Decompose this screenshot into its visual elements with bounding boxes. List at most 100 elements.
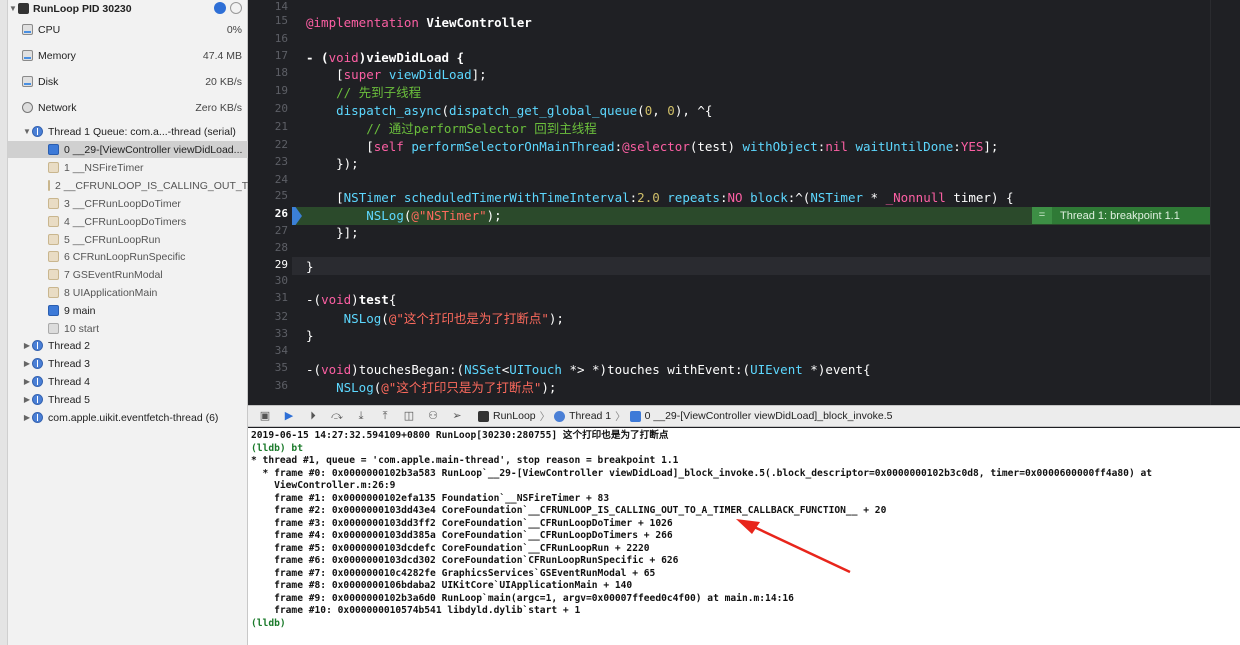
user-frame-icon	[629, 410, 641, 422]
line-number[interactable]: 31	[248, 289, 288, 307]
thread-4-row[interactable]: ▶ Thread 4	[8, 373, 248, 390]
disclosure-triangle-icon[interactable]: ▶	[22, 395, 32, 404]
step-into-icon[interactable]: ⤓	[354, 410, 368, 422]
debug-gauge-icon[interactable]	[214, 2, 226, 14]
console-line: ViewController.m:26:9	[251, 480, 396, 491]
breadcrumb-separator-icon: 〉	[539, 410, 551, 423]
breadcrumb-item[interactable]: Thread 1	[569, 410, 611, 422]
gauge-network[interactable]: Network Zero KB/s	[8, 99, 248, 116]
source-editor[interactable]: 14 15 16 17 18 19 20 21 22 23 24 25 26 27 28 29 30 31 32 33…	[248, 0, 1240, 405]
gauge-label: Memory	[38, 49, 76, 62]
pause-icon[interactable]	[230, 2, 242, 14]
stack-frame-10[interactable]: 10 start	[8, 320, 248, 337]
gauge-memory[interactable]: Memory 47.4 MB	[8, 47, 248, 64]
stack-frame-1[interactable]: 1 __NSFireTimer	[8, 159, 248, 176]
continue-icon[interactable]: ⏵	[306, 410, 320, 422]
location-icon[interactable]: ➢	[450, 410, 464, 422]
debug-console[interactable]: 2019-06-15 14:27:32.594109+0800 RunLoop[…	[248, 428, 1240, 645]
disclosure-triangle-icon[interactable]: ▶	[22, 413, 32, 422]
system-frame-icon	[48, 198, 59, 209]
line-number[interactable]: 25	[248, 187, 288, 205]
code-line: dispatch_async(dispatch_get_global_queue…	[336, 103, 713, 118]
stack-frame-7[interactable]: 7 GSEventRunModal	[8, 266, 248, 283]
line-number[interactable]: 28	[248, 239, 288, 257]
gauge-value: Zero KB/s	[195, 101, 242, 114]
thread-label: Thread 1 Queue: com.a...-thread (serial)	[48, 125, 236, 138]
line-number[interactable]: 19	[248, 82, 288, 100]
line-number[interactable]: 36	[248, 377, 288, 395]
line-number[interactable]: 18	[248, 64, 288, 82]
network-gauge-icon	[22, 102, 33, 113]
system-frame-icon	[48, 234, 59, 245]
disclosure-triangle-icon[interactable]: ▼	[22, 127, 32, 136]
disclosure-triangle-icon[interactable]: ▶	[22, 377, 32, 386]
step-out-icon[interactable]: ⤒	[378, 410, 392, 422]
line-number[interactable]: 24	[248, 171, 288, 189]
stack-frame-4[interactable]: 4 __CFRunLoopDoTimers	[8, 213, 248, 230]
line-number[interactable]: 26	[248, 205, 288, 223]
line-number[interactable]: 27	[248, 222, 288, 240]
process-row[interactable]: ▼ RunLoop PID 30230	[8, 0, 248, 17]
thread-icon	[32, 340, 43, 351]
line-number[interactable]: 22	[248, 136, 288, 154]
code-line: // 先到子线程	[336, 85, 422, 100]
line-number[interactable]: 35	[248, 359, 288, 377]
debug-bar: ▣ ▶ ⏵ ⤼ ⤓ ⤒ ◫ ⚇ ➢ RunLoop 〉 Thread 1 〉 0…	[248, 405, 1240, 427]
system-frame-icon	[48, 216, 59, 227]
line-number[interactable]: 34	[248, 342, 288, 360]
breakpoint-badge[interactable]: = Thread 1: breakpoint 1.1	[1032, 207, 1212, 224]
gauge-cpu[interactable]: CPU 0%	[8, 21, 248, 38]
disclosure-triangle-icon[interactable]: ▼	[8, 4, 18, 13]
line-number[interactable]: 33	[248, 325, 288, 343]
view-hierarchy-icon[interactable]: ◫	[402, 410, 416, 422]
system-frame-icon	[48, 162, 59, 173]
thread-5-row[interactable]: ▶ Thread 5	[8, 391, 248, 408]
disclosure-triangle-icon[interactable]: ▶	[22, 341, 32, 350]
stack-frame-0[interactable]: 0 __29-[ViewController viewDidLoad...	[8, 141, 248, 158]
breadcrumb-item[interactable]: RunLoop	[493, 410, 536, 422]
line-number[interactable]: 23	[248, 153, 288, 171]
stack-frame-5[interactable]: 5 __CFRunLoopRun	[8, 231, 248, 248]
disk-gauge-icon	[22, 76, 33, 87]
hide-debug-area-icon[interactable]: ▣	[258, 410, 272, 422]
system-frame-icon	[48, 180, 50, 191]
gauge-label: Disk	[38, 75, 59, 88]
breakpoints-toggle-icon[interactable]: ▶	[282, 410, 296, 422]
memory-graph-icon[interactable]: ⚇	[426, 410, 440, 422]
thread-1-row[interactable]: ▼ Thread 1 Queue: com.a...-thread (seria…	[8, 123, 248, 140]
line-number-gutter[interactable]: 14 15 16 17 18 19 20 21 22 23 24 25 26 27 28 29 30 31 32 33…	[248, 0, 292, 405]
breadcrumb-item[interactable]: 0 __29-[ViewController viewDidLoad]_bloc…	[645, 410, 893, 422]
editor-scrollbar[interactable]	[1210, 0, 1240, 405]
stack-frame-9[interactable]: 9 main	[8, 302, 248, 319]
stack-frame-6[interactable]: 6 CFRunLoopRunSpecific	[8, 248, 248, 265]
gauge-disk[interactable]: Disk 20 KB/s	[8, 73, 248, 90]
stack-frame-2[interactable]: 2 __CFRUNLOOP_IS_CALLING_OUT_T...	[8, 177, 256, 194]
line-number[interactable]: 15	[248, 12, 288, 30]
thread-3-row[interactable]: ▶ Thread 3	[8, 355, 248, 372]
stack-frame-3[interactable]: 3 __CFRunLoopDoTimer	[8, 195, 248, 212]
line-number[interactable]: 32	[248, 308, 288, 326]
memory-gauge-icon	[22, 50, 33, 61]
line-number[interactable]: 30	[248, 272, 288, 290]
thread-eventfetch-row[interactable]: ▶ com.apple.uikit.eventfetch-thread (6)	[8, 409, 248, 426]
current-line-highlight	[248, 257, 1240, 275]
line-number[interactable]: 21	[248, 118, 288, 136]
line-number[interactable]: 29	[248, 256, 288, 274]
thread-2-row[interactable]: ▶ Thread 2	[8, 337, 248, 354]
step-over-icon[interactable]: ⤼	[330, 410, 344, 422]
stack-frame-8[interactable]: 8 UIApplicationMain	[8, 284, 248, 301]
gauge-value: 47.4 MB	[202, 49, 242, 62]
line-number[interactable]: 20	[248, 100, 288, 118]
system-frame-icon	[48, 269, 59, 280]
console-line: frame #7: 0x000000010c4282fe GraphicsSer…	[251, 567, 656, 579]
disclosure-triangle-icon[interactable]: ▶	[22, 359, 32, 368]
line-number[interactable]: 16	[248, 30, 288, 48]
code-line: [super viewDidLoad];	[306, 67, 487, 82]
console-line: * frame #0: 0x0000000102b3a583 RunLoop`_…	[251, 467, 1153, 479]
frame-label: 4 __CFRunLoopDoTimers	[64, 215, 187, 228]
thread-label: Thread 5	[48, 393, 91, 406]
line-number[interactable]: 17	[248, 47, 288, 65]
code-line: [self performSelectorOnMainThread:@selec…	[306, 139, 999, 154]
app-icon	[18, 3, 29, 14]
code-line: - (void)viewDidLoad {	[306, 50, 465, 65]
